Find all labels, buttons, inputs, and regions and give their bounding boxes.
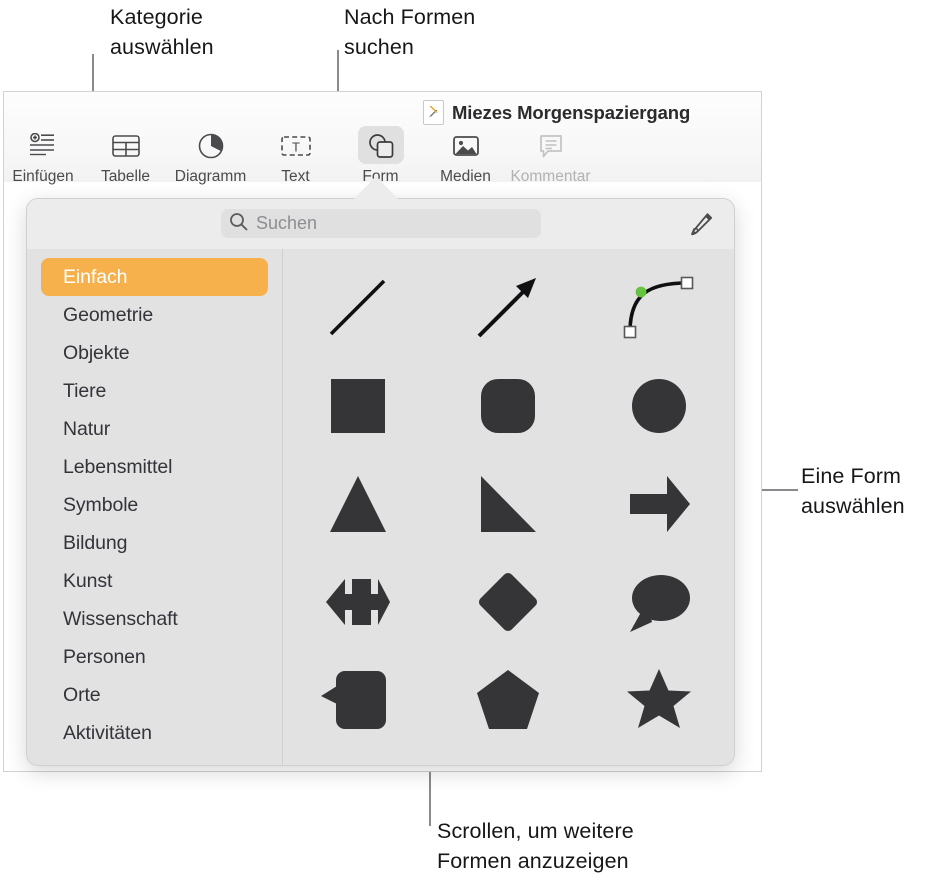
svg-text:T: T bbox=[292, 140, 300, 155]
shape-double-arrow[interactable] bbox=[283, 553, 433, 651]
shape-diamond[interactable] bbox=[433, 553, 583, 651]
table-icon bbox=[111, 130, 140, 162]
page-title: Miezes Morgenspaziergang bbox=[452, 101, 691, 123]
sidebar-item-wissenschaft[interactable]: Wissenschaft bbox=[41, 600, 268, 638]
chart-pie-icon bbox=[197, 130, 225, 162]
comment-icon bbox=[538, 130, 564, 162]
sidebar-item-label: Natur bbox=[63, 417, 111, 440]
leader-line-pick-shape bbox=[756, 489, 798, 491]
sidebar-item-einfach[interactable]: Einfach bbox=[41, 258, 268, 296]
sidebar-item-label: Bildung bbox=[63, 531, 128, 554]
sidebar-item-label: Lebensmittel bbox=[63, 455, 173, 478]
callout-pick-shape: Eine Form auswählen bbox=[801, 464, 905, 518]
sidebar-item-label: Personen bbox=[63, 645, 146, 668]
document-pencil-icon bbox=[423, 100, 444, 125]
sidebar-item-label: Geometrie bbox=[63, 303, 154, 326]
shape-block-arrow-right[interactable] bbox=[584, 455, 734, 553]
callout-search-shapes: Nach Formen suchen bbox=[344, 5, 476, 59]
toolbar-button-text[interactable]: T Text bbox=[253, 128, 338, 186]
shape-circle[interactable] bbox=[584, 357, 734, 455]
shape-square[interactable] bbox=[283, 357, 433, 455]
category-sidebar[interactable]: Einfach Geometrie Objekte Tiere Natur Le… bbox=[27, 249, 283, 765]
toolbar-button-diagramm[interactable]: Diagramm bbox=[168, 128, 253, 186]
sidebar-item-label: Orte bbox=[63, 683, 101, 706]
sidebar-item-label: Einfach bbox=[63, 265, 128, 288]
toolbar-button-einfuegen[interactable]: Einfügen bbox=[3, 128, 83, 186]
toolbar-label-text: Text bbox=[281, 168, 310, 185]
toolbar-label-tabelle: Tabelle bbox=[100, 168, 151, 185]
sidebar-item-tiere[interactable]: Tiere bbox=[41, 372, 268, 410]
pen-draw-icon[interactable] bbox=[686, 209, 716, 239]
popover-body: Einfach Geometrie Objekte Tiere Natur Le… bbox=[27, 249, 734, 765]
insert-icon bbox=[29, 130, 57, 162]
popover-pointer bbox=[354, 176, 398, 199]
toolbar-button-tabelle[interactable]: Tabelle bbox=[83, 128, 168, 186]
search-icon bbox=[229, 212, 248, 236]
callout-scroll-more: Scrollen, um weitere Formen anzuzeigen bbox=[437, 819, 634, 873]
shape-bezier-curve[interactable] bbox=[584, 259, 734, 357]
sidebar-item-label: Symbole bbox=[63, 493, 139, 516]
sidebar-item-natur[interactable]: Natur bbox=[41, 410, 268, 448]
shape-pentagon[interactable] bbox=[433, 651, 583, 749]
search-input[interactable]: Suchen bbox=[221, 209, 541, 238]
sidebar-item-aktivitaeten[interactable]: Aktivitäten bbox=[41, 714, 268, 752]
toolbar-label-diagramm: Diagramm bbox=[174, 168, 247, 185]
screenshot-stage: Kategorie auswählen Nach Formen suchen E… bbox=[0, 0, 947, 891]
shape-speech-bubble-oval[interactable] bbox=[584, 553, 734, 651]
shapes-icon bbox=[367, 130, 395, 162]
search-placeholder-text: Suchen bbox=[256, 213, 318, 233]
sidebar-item-geometrie[interactable]: Geometrie bbox=[41, 296, 268, 334]
toolbar-button-kommentar[interactable]: Kommentar bbox=[508, 128, 593, 186]
document-title-group: Miezes Morgenspaziergang bbox=[423, 100, 690, 125]
toolbar-button-medien[interactable]: Medien bbox=[423, 128, 508, 186]
shape-arrow-line[interactable] bbox=[433, 259, 583, 357]
toolbar-label-medien: Medien bbox=[440, 168, 491, 185]
shapes-grid bbox=[283, 259, 734, 749]
popover-header: Suchen bbox=[27, 199, 734, 249]
shape-speech-bubble-rect[interactable] bbox=[283, 651, 433, 749]
sidebar-item-label: Tiere bbox=[63, 379, 107, 402]
sidebar-item-label: Kunst bbox=[63, 569, 113, 592]
sidebar-item-lebensmittel[interactable]: Lebensmittel bbox=[41, 448, 268, 486]
shape-triangle[interactable] bbox=[283, 455, 433, 553]
toolbar-label-einfuegen: Einfügen bbox=[12, 168, 74, 185]
shapes-popover: Suchen Einfach Geometrie Objekte Tiere N… bbox=[26, 198, 735, 766]
sidebar-item-orte[interactable]: Orte bbox=[41, 676, 268, 714]
toolbar-label-kommentar: Kommentar bbox=[510, 168, 591, 185]
sidebar-item-label: Objekte bbox=[63, 341, 130, 364]
text-box-icon: T bbox=[280, 130, 311, 162]
sidebar-item-label: Wissenschaft bbox=[63, 607, 178, 630]
sidebar-item-bildung[interactable]: Bildung bbox=[41, 524, 268, 562]
sidebar-item-personen[interactable]: Personen bbox=[41, 638, 268, 676]
shape-line[interactable] bbox=[283, 259, 433, 357]
sidebar-item-symbole[interactable]: Symbole bbox=[41, 486, 268, 524]
media-image-icon bbox=[452, 130, 480, 162]
shape-rounded-square[interactable] bbox=[433, 357, 583, 455]
sidebar-item-kunst[interactable]: Kunst bbox=[41, 562, 268, 600]
shape-star[interactable] bbox=[584, 651, 734, 749]
shapes-scroll-area[interactable] bbox=[283, 249, 734, 765]
sidebar-item-label: Aktivitäten bbox=[63, 721, 152, 744]
shape-right-triangle[interactable] bbox=[433, 455, 583, 553]
sidebar-item-objekte[interactable]: Objekte bbox=[41, 334, 268, 372]
callout-select-category: Kategorie auswählen bbox=[110, 5, 214, 59]
